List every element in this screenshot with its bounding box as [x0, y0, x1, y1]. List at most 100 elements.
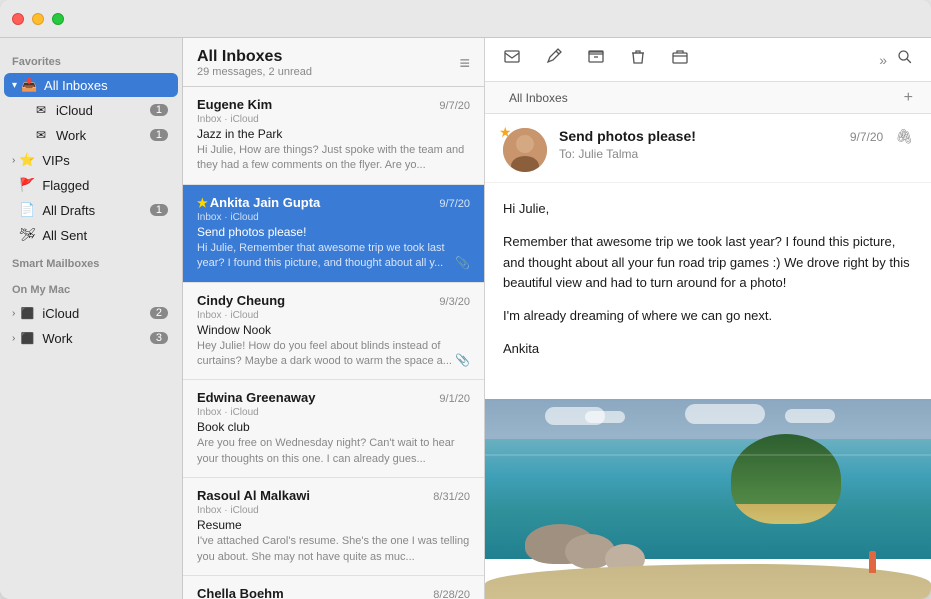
- tab-all-inboxes[interactable]: All Inboxes: [499, 82, 578, 113]
- message-preview: I've attached Carol's resume. She's the …: [197, 534, 470, 565]
- body-paragraph: Remember that awesome trip we took last …: [503, 232, 913, 294]
- attachment-icon: 🖇: [895, 128, 913, 145]
- new-message-icon[interactable]: [499, 44, 525, 75]
- drafts-icon: 📄: [18, 201, 36, 219]
- sidebar-item-label: VIPs: [42, 153, 168, 168]
- message-item[interactable]: Edwina Greenaway 9/1/20 Inbox · iCloud B…: [183, 380, 484, 478]
- message-sender: ★Ankita Jain Gupta: [197, 195, 320, 210]
- work-mail-icon: ✉: [32, 126, 50, 144]
- sidebar-item-all-drafts[interactable]: › 📄 All Drafts 1: [4, 198, 178, 222]
- message-sender: Eugene Kim: [197, 97, 272, 112]
- message-subject: Resume: [197, 518, 470, 532]
- add-tab-button[interactable]: +: [900, 89, 917, 107]
- drafts-badge: 1: [150, 204, 168, 216]
- message-preview: Hey Julie! How do you feel about blinds …: [197, 339, 470, 370]
- message-meta: Inbox · iCloud: [197, 505, 470, 516]
- star-icon: ⭐: [18, 151, 36, 169]
- message-date: 9/1/20: [439, 393, 470, 405]
- message-subject: Send photos please!: [197, 225, 470, 239]
- sidebar-item-work-section[interactable]: › ⬛ Work 3: [4, 326, 178, 350]
- sidebar-item-label: Work: [56, 128, 150, 143]
- message-list-header: All Inboxes 29 messages, 2 unread ≡: [183, 38, 484, 87]
- message-subject: Jazz in the Park: [197, 127, 470, 141]
- flag-icon: 🚩: [18, 176, 36, 194]
- message-list-header-left: All Inboxes 29 messages, 2 unread: [197, 48, 312, 78]
- fullscreen-button[interactable]: [52, 13, 64, 25]
- message-sender: Edwina Greenaway: [197, 390, 316, 405]
- star-icon: ★: [197, 196, 208, 210]
- star-badge-icon: ★: [499, 124, 512, 141]
- reading-to: To: Julie Talma: [559, 147, 883, 161]
- message-date: 9/7/20: [439, 100, 470, 112]
- message-preview: Hi Julie, Remember that awesome trip we …: [197, 241, 470, 272]
- sidebar-item-label: All Inboxes: [44, 78, 168, 93]
- chevron-right-icon: ›: [12, 308, 15, 319]
- favorites-label: Favorites: [0, 46, 182, 72]
- sidebar-item-label: All Sent: [42, 228, 168, 243]
- message-list-subtitle: 29 messages, 2 unread: [197, 66, 312, 78]
- message-item[interactable]: Cindy Cheung 9/3/20 Inbox · iCloud Windo…: [183, 283, 484, 381]
- on-my-mac-label: On My Mac: [0, 274, 182, 300]
- sidebar-item-icloud-section[interactable]: › ⬛ iCloud 2: [4, 301, 178, 325]
- sidebar-item-all-sent[interactable]: › 🛩 All Sent: [4, 223, 178, 247]
- message-meta: Inbox · iCloud: [197, 407, 470, 418]
- sidebar-item-all-inboxes[interactable]: ▾ 📥 All Inboxes: [4, 73, 178, 97]
- message-item[interactable]: ★Ankita Jain Gupta 9/7/20 Inbox · iCloud…: [183, 185, 484, 283]
- reading-pane: » All Inboxes + ★: [485, 38, 931, 599]
- compose-icon[interactable]: [541, 44, 567, 75]
- message-sender: Rasoul Al Malkawi: [197, 488, 310, 503]
- message-item[interactable]: Rasoul Al Malkawi 8/31/20 Inbox · iCloud…: [183, 478, 484, 576]
- message-list: Eugene Kim 9/7/20 Inbox · iCloud Jazz in…: [183, 87, 484, 599]
- message-date: 9/7/20: [439, 198, 470, 210]
- close-button[interactable]: [12, 13, 24, 25]
- message-sender: Chella Boehm: [197, 586, 284, 599]
- email-image: [485, 399, 931, 599]
- move-icon[interactable]: [667, 44, 693, 75]
- search-icon[interactable]: [893, 45, 917, 74]
- body-paragraph: Ankita: [503, 339, 913, 360]
- chevron-right-icon: ›: [12, 155, 15, 166]
- traffic-lights: [12, 13, 64, 25]
- sidebar-item-flagged[interactable]: › 🚩 Flagged: [4, 173, 178, 197]
- body-paragraph: Hi Julie,: [503, 199, 913, 220]
- icloud-section-icon: ⬛: [18, 304, 36, 322]
- trash-icon[interactable]: [625, 44, 651, 75]
- work-section-badge: 3: [150, 332, 168, 344]
- message-date: 8/31/20: [433, 491, 470, 503]
- icloud-badge: 1: [150, 104, 168, 116]
- smart-mailboxes-label: Smart Mailboxes: [0, 248, 182, 274]
- message-list-pane: All Inboxes 29 messages, 2 unread ≡ Euge…: [183, 38, 485, 599]
- message-subject: Window Nook: [197, 323, 470, 337]
- reading-date: 9/7/20: [850, 130, 883, 144]
- work-section-icon: ⬛: [18, 329, 36, 347]
- sidebar-item-icloud[interactable]: ✉ iCloud 1: [4, 98, 178, 122]
- message-meta: Inbox · iCloud: [197, 212, 470, 223]
- message-date: 8/28/20: [433, 589, 470, 599]
- message-meta: Inbox · iCloud: [197, 114, 470, 125]
- inbox-icon: 📥: [20, 76, 38, 94]
- sidebar-item-label: All Drafts: [42, 203, 150, 218]
- message-item[interactable]: Eugene Kim 9/7/20 Inbox · iCloud Jazz in…: [183, 87, 484, 185]
- message-preview: Are you free on Wednesday night? Can't w…: [197, 436, 470, 467]
- message-subject: Book club: [197, 420, 470, 434]
- sidebar-item-label: Work: [42, 331, 150, 346]
- message-date: 9/3/20: [439, 296, 470, 308]
- filter-icon[interactable]: ≡: [459, 53, 470, 74]
- sidebar-item-vips[interactable]: › ⭐ VIPs: [4, 148, 178, 172]
- overflow-icon[interactable]: »: [879, 52, 887, 68]
- archive-icon[interactable]: [583, 44, 609, 75]
- sidebar-item-label: iCloud: [42, 306, 150, 321]
- reading-body: Hi Julie, Remember that awesome trip we t…: [485, 183, 931, 399]
- reading-pane-toolbar: »: [485, 38, 931, 82]
- chevron-down-icon: ▾: [12, 80, 17, 91]
- message-item[interactable]: Chella Boehm 8/28/20 Inbox · iCloud Than…: [183, 576, 484, 599]
- main-container: Favorites ▾ 📥 All Inboxes ✉ iCloud 1 ✉ W…: [0, 38, 931, 599]
- mail-window: Favorites ▾ 📥 All Inboxes ✉ iCloud 1 ✉ W…: [0, 0, 931, 599]
- reading-header: ★ Send photos please! 9/7/20: [485, 114, 931, 183]
- chevron-right-icon: ›: [12, 333, 15, 344]
- attachment-icon: 📎: [455, 256, 470, 270]
- sent-icon: 🛩: [18, 226, 36, 244]
- sidebar-item-work-favorites[interactable]: ✉ Work 1: [4, 123, 178, 147]
- reading-subject: Send photos please!: [559, 128, 696, 144]
- minimize-button[interactable]: [32, 13, 44, 25]
